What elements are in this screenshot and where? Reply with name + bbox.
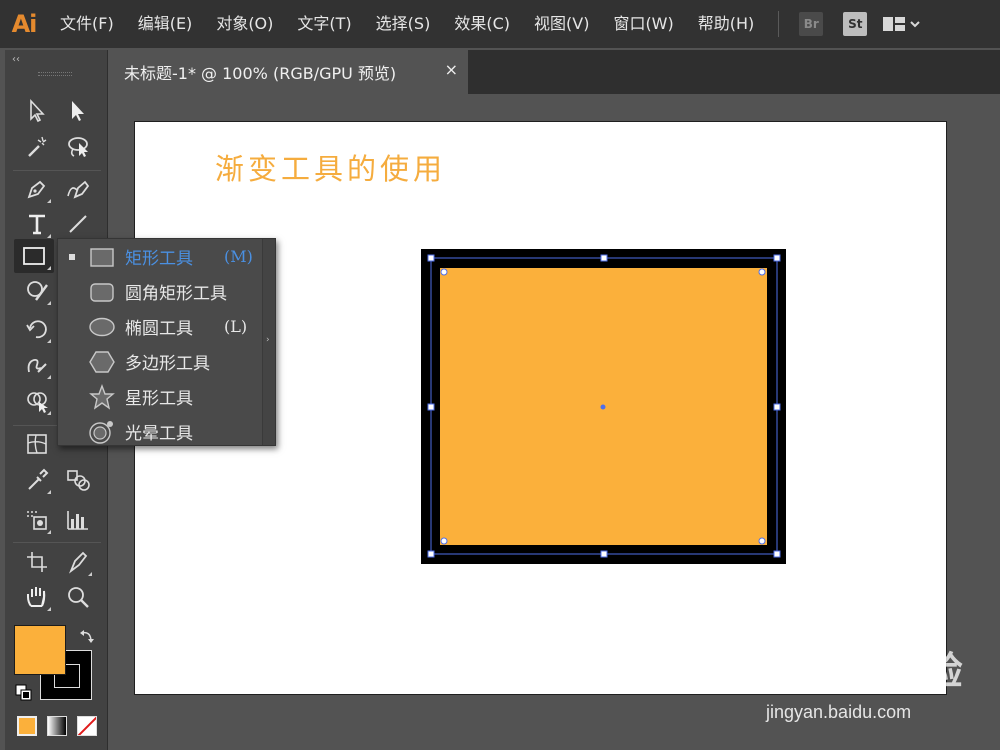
- flyout-item-label: 多边形工具: [125, 354, 210, 374]
- flyout-item-star[interactable]: 星形工具: [58, 379, 263, 414]
- flyout-item-shortcut: (M): [224, 247, 253, 266]
- polygon-icon: [89, 350, 115, 373]
- flyout-item-rectangle[interactable]: 矩形工具 (M): [58, 239, 263, 274]
- watermark-brand: Bai du 经验: [768, 651, 963, 693]
- selected-check-icon: [69, 253, 75, 260]
- rounded-rectangle-icon: [90, 282, 114, 302]
- flyout-item-shortcut: (L): [224, 317, 248, 336]
- flyout-item-label: 椭圆工具: [125, 319, 193, 339]
- flyout-item-rounded-rectangle[interactable]: 圆角矩形工具: [58, 274, 263, 309]
- handle-bottom-right: [773, 550, 781, 558]
- flyout-item-label: 矩形工具: [125, 249, 193, 269]
- ellipse-icon: [89, 317, 115, 336]
- star-icon: [89, 383, 115, 410]
- handle-bottom-left: [427, 550, 435, 558]
- handle-middle-right: [773, 403, 781, 411]
- watermark: Bai du 经验 jingyan.baidu.com: [764, 640, 964, 730]
- flyout-item-ellipse[interactable]: 椭圆工具 (L): [58, 309, 263, 344]
- watermark-url: jingyan.baidu.com: [766, 702, 912, 722]
- handle-top-right: [773, 254, 781, 262]
- rectangle-tool-flyout: 矩形工具 (M) 圆角矩形工具 椭圆工具 (L) 多边形工具 星形工具 光晕工具…: [57, 238, 276, 446]
- flare-icon: [89, 420, 113, 444]
- handle-bottom-center: [600, 550, 608, 558]
- flyout-item-polygon[interactable]: 多边形工具: [58, 344, 263, 379]
- rectangle-icon: [90, 247, 114, 267]
- chevron-right-icon: ›: [266, 335, 270, 345]
- flyout-item-label: 星形工具: [125, 389, 193, 409]
- flyout-tearoff-button[interactable]: ›: [262, 239, 275, 445]
- fill-swatch[interactable]: [14, 625, 66, 675]
- center-point: [600, 404, 606, 410]
- handle-top-center: [600, 254, 608, 262]
- flyout-item-label: 光晕工具: [125, 424, 193, 444]
- handle-top-left: [427, 254, 435, 262]
- flyout-item-flare[interactable]: 光晕工具: [58, 414, 263, 449]
- handle-middle-left: [427, 403, 435, 411]
- flyout-item-label: 圆角矩形工具: [125, 284, 227, 304]
